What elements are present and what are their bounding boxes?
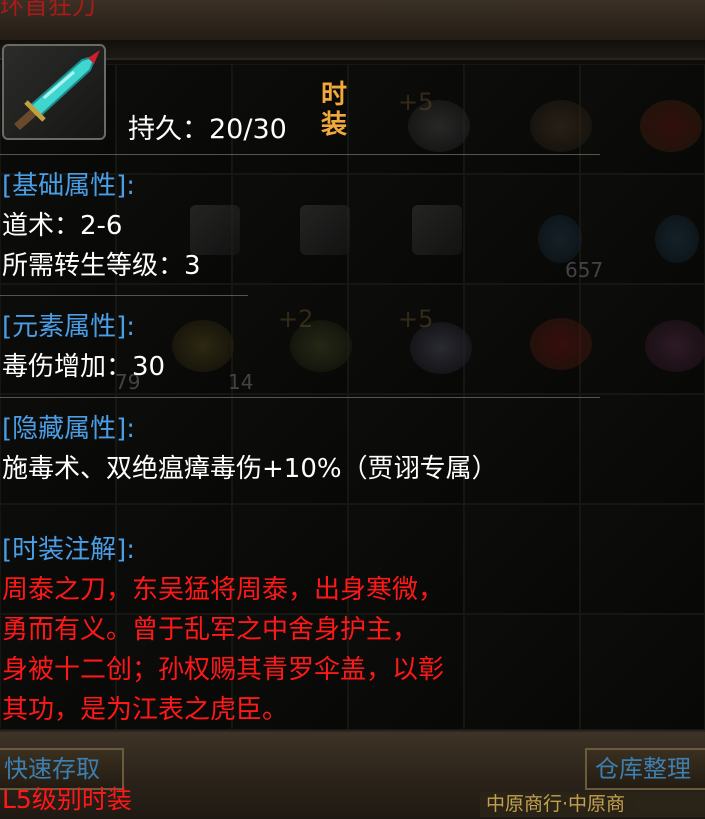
- lore-line: 勇而有义。曾于乱军之中舍身护主，: [2, 615, 419, 645]
- section-divider: [0, 295, 248, 296]
- lore-line: 其功，是为江表之虎臣。: [2, 695, 289, 725]
- fashion-annotation-heading: [时装注解]:: [2, 535, 136, 565]
- shop-strip: 中原商行·中原商: [480, 792, 705, 817]
- basic-attributes-heading: [基础属性]:: [2, 171, 136, 201]
- durability-value: 持久：20/30: [128, 114, 287, 145]
- window-title: 环首狂刀: [0, 0, 96, 20]
- warehouse-sort-button[interactable]: 仓库整理: [585, 748, 705, 790]
- fashion-badge-bottom: 装: [320, 110, 347, 140]
- section-divider: [0, 154, 600, 155]
- hidden-attributes-heading: [隐藏属性]:: [2, 414, 136, 444]
- attribute-line: 毒伤增加：30: [2, 352, 166, 382]
- fashion-level-label: L5级别时装: [2, 785, 132, 814]
- attribute-line: 道术：2-6: [2, 211, 123, 241]
- sword-icon: [14, 50, 100, 130]
- lore-line: 周泰之刀，东吴猛将周泰，出身寒微，: [2, 575, 445, 605]
- lore-line: 身被十二创；孙权赐其青罗伞盖，以彰: [2, 655, 445, 685]
- item-icon: [2, 44, 106, 140]
- fashion-badge-top: 时: [320, 80, 347, 110]
- attribute-line: 施毒术、双绝瘟瘴毒伤+10%（贾诩专属）: [2, 454, 498, 484]
- attribute-line: 所需转生等级：3: [2, 251, 201, 281]
- element-attributes-heading: [元素属性]:: [2, 312, 136, 342]
- fashion-badge: 时 装: [318, 80, 350, 140]
- section-divider: [0, 397, 600, 398]
